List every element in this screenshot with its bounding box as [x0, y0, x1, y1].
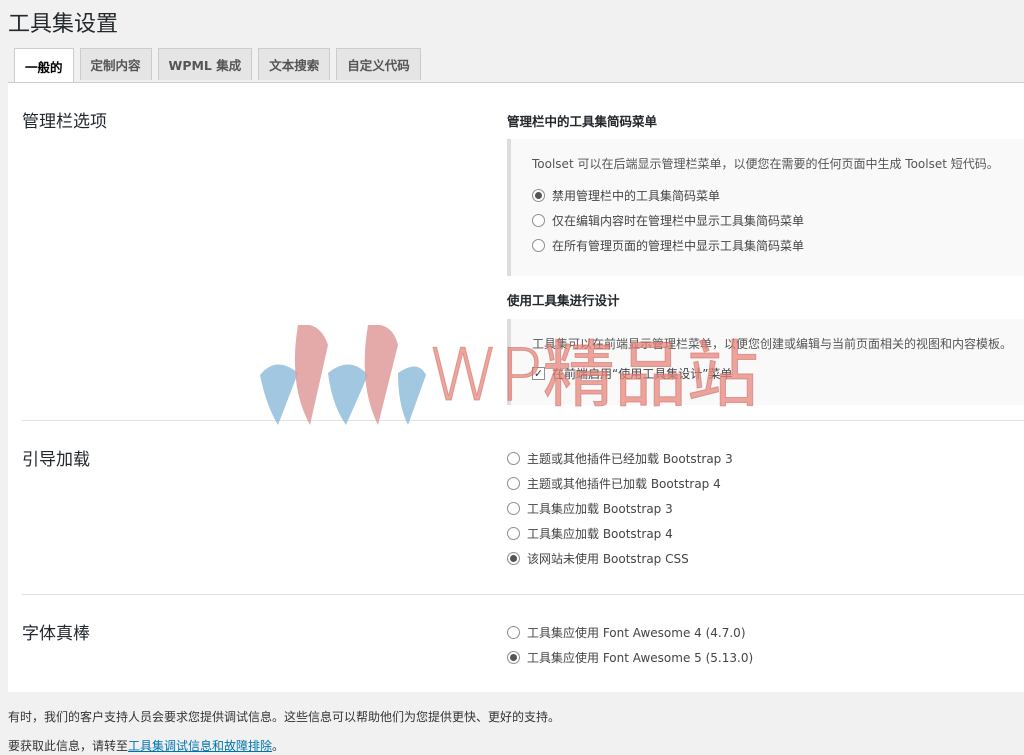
- debug-info-link-line: 要获取此信息，请转至工具集调试信息和故障排除。: [8, 739, 285, 753]
- tab-text-search[interactable]: 文本搜索: [258, 48, 331, 80]
- shortcode-menu-option-disable[interactable]: 禁用管理栏中的工具集简码菜单: [532, 187, 720, 204]
- tab-wpml[interactable]: WPML 集成: [157, 48, 253, 80]
- design-menu-checkbox-option[interactable]: ✓ 在前端启用“使用工具集设计”菜单: [532, 365, 732, 382]
- font-awesome-section-title: 字体真棒: [22, 624, 90, 644]
- page-title: 工具集设置: [8, 12, 119, 37]
- bootstrap-section-title: 引导加载: [22, 450, 90, 470]
- radio-checked-icon[interactable]: [507, 651, 520, 664]
- shortcode-menu-description: Toolset 可以在后端显示管理栏菜单，以便您在需要的任何页面中生成 Tool…: [532, 157, 999, 171]
- design-box: 工具集可以在前端显示管理栏菜单，以便您创建或编辑与当前页面相关的视图和内容模板。…: [507, 319, 1024, 405]
- tab-custom-code[interactable]: 自定义代码: [336, 48, 421, 80]
- shortcode-menu-title: 管理栏中的工具集简码菜单: [507, 114, 658, 129]
- radio-unchecked-icon[interactable]: [507, 502, 520, 515]
- bootstrap-option-toolset-bs3[interactable]: 工具集应加载 Bootstrap 3: [507, 500, 673, 517]
- font-awesome-option-4[interactable]: 工具集应使用 Font Awesome 4 (4.7.0): [507, 624, 746, 641]
- bootstrap-option-toolset-bs4[interactable]: 工具集应加载 Bootstrap 4: [507, 525, 673, 542]
- section-divider: [22, 420, 1024, 421]
- radio-unchecked-icon[interactable]: [507, 477, 520, 490]
- radio-unchecked-icon[interactable]: [532, 239, 545, 252]
- tab-general[interactable]: 一般的: [14, 48, 74, 83]
- shortcode-menu-box: Toolset 可以在后端显示管理栏菜单，以便您在需要的任何页面中生成 Tool…: [507, 139, 1024, 276]
- admin-bar-section-title: 管理栏选项: [22, 112, 107, 132]
- font-awesome-option-5[interactable]: 工具集应使用 Font Awesome 5 (5.13.0): [507, 649, 753, 666]
- radio-unchecked-icon[interactable]: [507, 626, 520, 639]
- bootstrap-option-theme-bs4[interactable]: 主题或其他插件已加载 Bootstrap 4: [507, 475, 721, 492]
- section-divider: [22, 594, 1024, 595]
- shortcode-menu-option-editing[interactable]: 仅在编辑内容时在管理栏中显示工具集简码菜单: [532, 212, 804, 229]
- design-title: 使用工具集进行设计: [507, 293, 620, 308]
- debug-info-link[interactable]: 工具集调试信息和故障排除: [128, 739, 272, 753]
- radio-checked-icon[interactable]: [507, 552, 520, 565]
- tab-custom-content[interactable]: 定制内容: [79, 48, 152, 80]
- radio-unchecked-icon[interactable]: [507, 527, 520, 540]
- shortcode-menu-option-all-pages[interactable]: 在所有管理页面的管理栏中显示工具集简码菜单: [532, 237, 804, 254]
- radio-unchecked-icon[interactable]: [507, 452, 520, 465]
- settings-panel: 管理栏选项 管理栏中的工具集简码菜单 Toolset 可以在后端显示管理栏菜单，…: [8, 82, 1024, 692]
- radio-checked-icon[interactable]: [532, 189, 545, 202]
- bootstrap-option-none[interactable]: 该网站未使用 Bootstrap CSS: [507, 550, 689, 567]
- debug-info-note: 有时，我们的客户支持人员会要求您提供调试信息。这些信息可以帮助他们为您提供更快、…: [8, 710, 561, 724]
- design-description: 工具集可以在前端显示管理栏菜单，以便您创建或编辑与当前页面相关的视图和内容模板。: [532, 337, 1013, 351]
- settings-tabs: 一般的 定制内容 WPML 集成 文本搜索 自定义代码: [14, 48, 421, 83]
- radio-unchecked-icon[interactable]: [532, 214, 545, 227]
- checkbox-checked-icon[interactable]: ✓: [532, 367, 545, 380]
- bootstrap-option-theme-bs3[interactable]: 主题或其他插件已经加载 Bootstrap 3: [507, 450, 733, 467]
